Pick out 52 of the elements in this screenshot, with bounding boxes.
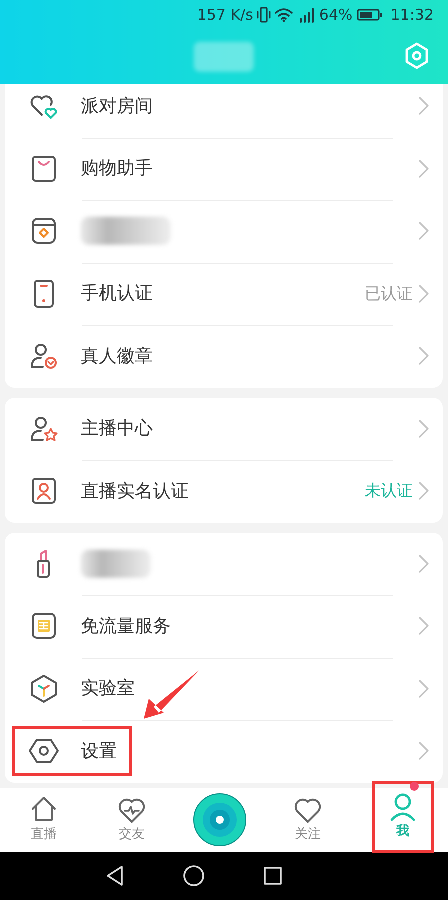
status-text: 未认证 xyxy=(365,480,413,502)
wifi-icon xyxy=(275,7,294,23)
menu-item[interactable]: 实验室 xyxy=(5,658,443,720)
chevron-icon xyxy=(419,97,429,116)
chevron-icon xyxy=(419,554,429,573)
id-card-icon xyxy=(29,476,59,506)
nav-tab[interactable]: 交友 xyxy=(88,795,176,845)
menu-item[interactable]: 主播中心 xyxy=(5,398,443,460)
menu-label: 主播中心 xyxy=(81,417,153,442)
menu-item[interactable]: 派对房间 xyxy=(5,84,443,138)
menu-item[interactable]: 设置 xyxy=(5,720,443,782)
menu-label: 实验室 xyxy=(81,677,135,702)
battery-percent-text: 64% xyxy=(319,4,353,26)
menu-item[interactable]: 手机认证 已认证 xyxy=(5,262,443,325)
menu-label: 直播实名认证 xyxy=(81,480,189,504)
menu-label: 手机认证 xyxy=(81,282,153,306)
menu-item[interactable]: 真人徽章 xyxy=(5,325,443,388)
menu-label: 设置 xyxy=(81,740,117,764)
menu-label: 免流量服务 xyxy=(81,614,171,639)
chevron-icon xyxy=(419,347,429,366)
hexagon-icon xyxy=(29,674,59,704)
chevron-icon xyxy=(419,160,429,178)
chevron-icon xyxy=(419,617,429,636)
signal-icon xyxy=(297,7,316,23)
menu-label: 购物助手 xyxy=(81,157,153,182)
status-text: 已认证 xyxy=(365,282,413,305)
bag-icon xyxy=(29,154,59,184)
chevron-icon xyxy=(419,680,429,698)
chevron-icon xyxy=(419,742,429,760)
menu-item[interactable]: 购物助手 xyxy=(5,138,443,200)
nav-tab[interactable]: 关注 xyxy=(264,795,352,845)
chevron-icon xyxy=(419,222,429,240)
menu-label: 真人徽章 xyxy=(81,344,153,369)
chevron-icon xyxy=(419,284,429,303)
menu-item[interactable]: 直播实名认证 未认证 xyxy=(5,460,443,522)
vibrate-icon xyxy=(257,6,272,24)
chevron-icon xyxy=(419,482,429,500)
battery-icon xyxy=(356,8,383,22)
sim-card-icon xyxy=(29,611,59,642)
menu-item[interactable]: 免流量服务 xyxy=(5,595,443,658)
clock-text: 11:32 xyxy=(390,4,434,26)
menu-label: 派对房间 xyxy=(81,94,153,119)
home-button-icon xyxy=(183,865,205,887)
nav-tab[interactable]: 直播 xyxy=(0,795,88,845)
chevron-icon xyxy=(419,420,429,438)
network-speed-text: 157 K/s xyxy=(197,4,254,26)
jar-icon xyxy=(29,216,59,246)
recents-icon xyxy=(263,866,283,886)
user-badge-icon xyxy=(29,341,59,372)
back-icon xyxy=(105,865,125,887)
settings-button[interactable] xyxy=(404,42,430,70)
user-icon xyxy=(388,792,418,822)
